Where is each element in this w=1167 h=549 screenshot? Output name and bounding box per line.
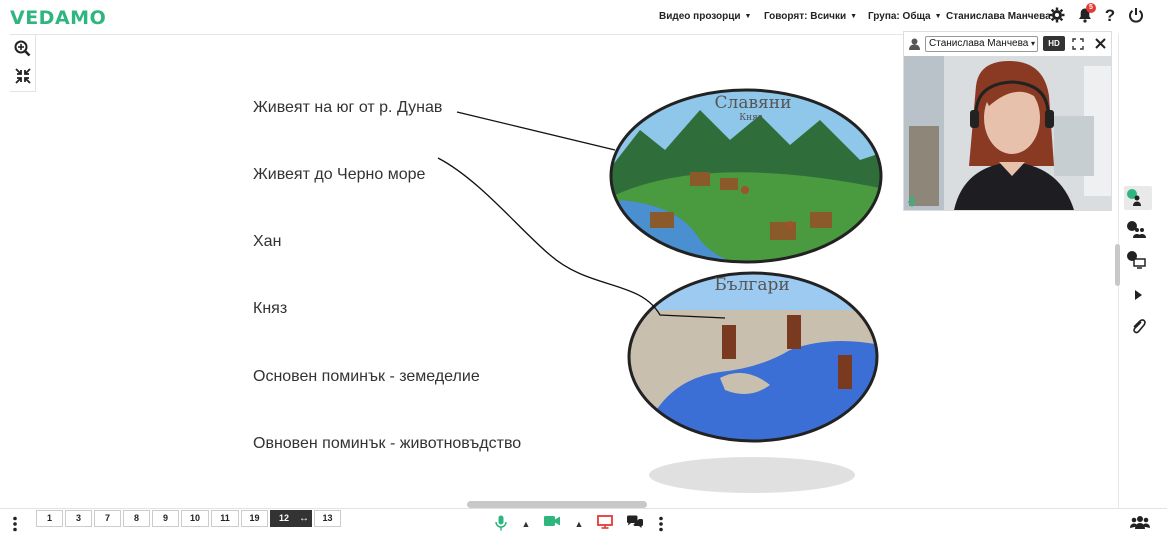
bulgars-image[interactable] <box>625 270 885 450</box>
video-panel-header: Станислава Манчева ▾ HD <box>904 32 1111 56</box>
camera-options-caret-icon[interactable]: ▲ <box>570 515 588 533</box>
more-options-icon[interactable] <box>658 516 664 532</box>
microphone-icon[interactable] <box>492 515 510 533</box>
group-video-view-icon[interactable] <box>1124 218 1152 242</box>
slavs-subtitle: Княз <box>739 113 763 123</box>
page-button-1[interactable]: 1 <box>36 510 63 527</box>
more-vertical-icon[interactable] <box>12 516 18 532</box>
page-button-10[interactable]: 10 <box>181 510 209 527</box>
chat-icon[interactable] <box>626 515 644 533</box>
camera-icon[interactable] <box>543 515 561 533</box>
webcam-feed <box>904 56 1111 210</box>
page-button-13[interactable]: 13 <box>314 510 341 527</box>
person-icon <box>909 38 920 50</box>
bulgars-title: Българи <box>714 275 789 295</box>
page-button-11[interactable]: 11 <box>211 510 239 527</box>
attachment-icon[interactable] <box>1124 314 1152 338</box>
page-button-9[interactable]: 9 <box>152 510 179 527</box>
play-icon[interactable] <box>1124 283 1152 307</box>
slavs-title: Славяни <box>715 93 792 113</box>
screen-share-icon[interactable] <box>596 515 614 533</box>
mic-options-caret-icon[interactable]: ▲ <box>517 515 535 533</box>
horizontal-scroll-thumb[interactable] <box>467 501 647 508</box>
resize-arrows-icon[interactable]: ↔ <box>299 511 309 526</box>
page-button-19[interactable]: 19 <box>241 510 268 527</box>
page-button-7[interactable]: 7 <box>94 510 121 527</box>
close-icon[interactable] <box>1095 38 1106 49</box>
microphone-icon <box>908 196 916 207</box>
screen-view-icon[interactable] <box>1124 248 1152 272</box>
participants-icon[interactable] <box>1130 515 1150 533</box>
connector-line-1[interactable] <box>456 111 616 151</box>
page-button-12-current[interactable]: 12 ↔ <box>270 510 312 527</box>
fullscreen-icon[interactable] <box>1072 38 1084 50</box>
video-panel: Станислава Манчева ▾ HD <box>903 31 1112 211</box>
hd-button[interactable]: HD <box>1043 36 1065 51</box>
participant-select[interactable]: Станислава Манчева <box>925 36 1038 52</box>
page-button-3[interactable]: 3 <box>65 510 92 527</box>
single-video-view-icon[interactable] <box>1124 186 1152 210</box>
vertical-scroll-thumb[interactable] <box>1115 244 1120 286</box>
select-chevron-icon: ▾ <box>1031 39 1036 48</box>
page-button-8[interactable]: 8 <box>123 510 150 527</box>
